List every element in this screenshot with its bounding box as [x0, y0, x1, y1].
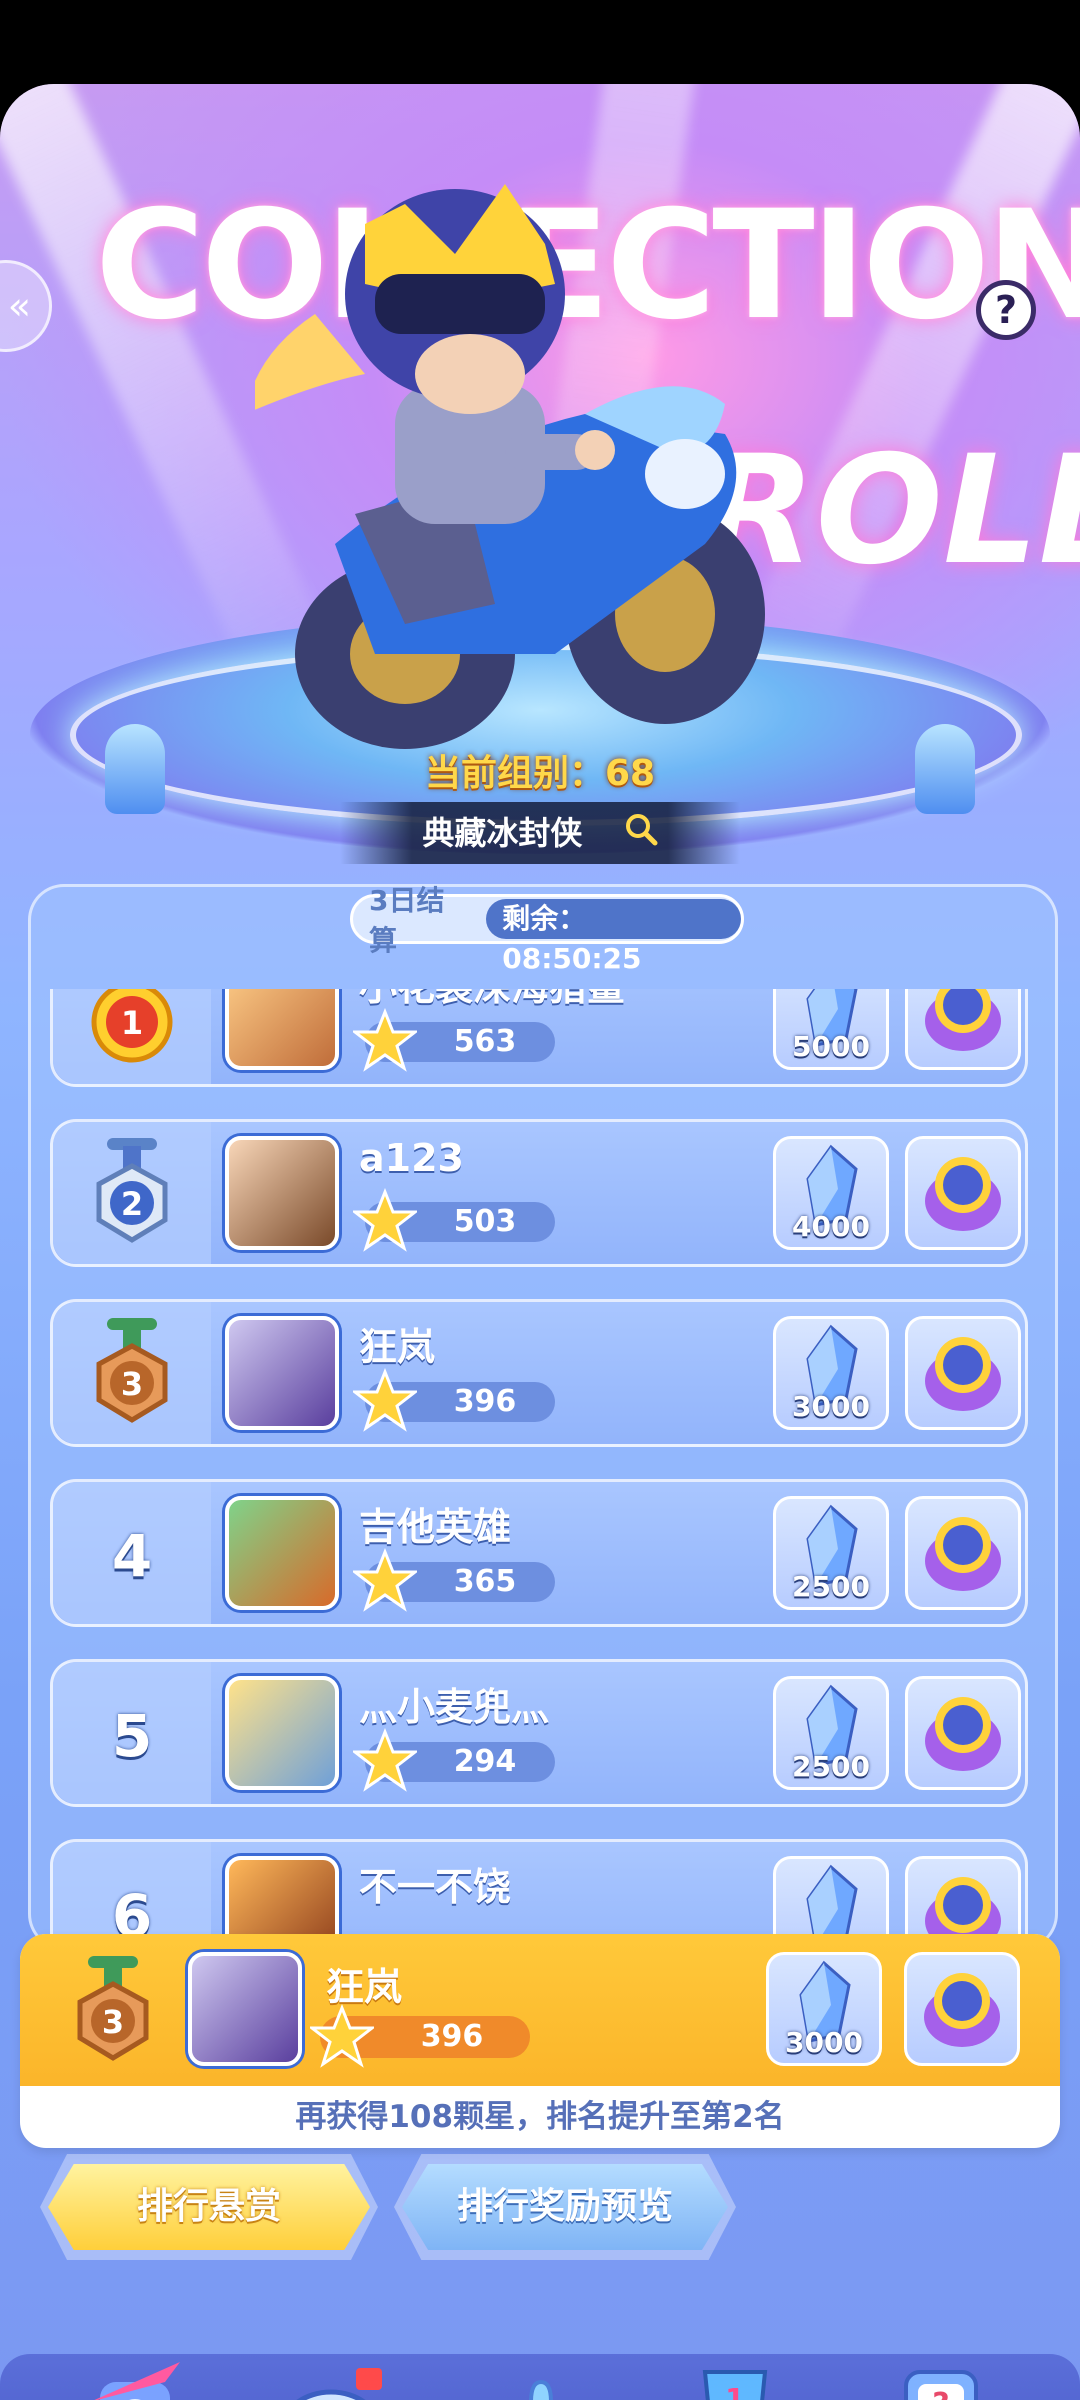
ranking-row[interactable]: 5 灬小麦兜灬 294 2500: [50, 1659, 1028, 1807]
ranking-row[interactable]: 2 a123 503 4000: [50, 1119, 1028, 1267]
crystal-reward[interactable]: 3000: [773, 1316, 889, 1430]
crystal-amount: 4000: [792, 1210, 870, 1243]
player-name: 灬小麦兜灬: [359, 1685, 550, 1729]
emblem-icon: [925, 1697, 1001, 1771]
ranking-row[interactable]: 3 狂岚 396 3000: [50, 1299, 1028, 1447]
player-score: 294: [453, 1744, 517, 1779]
help-button[interactable]: ?: [976, 280, 1036, 340]
player-name: 狂岚: [359, 1325, 436, 1369]
ranking-row[interactable]: 6 不一不饶: [50, 1839, 1028, 1944]
hero-character-illustration: [255, 184, 765, 749]
svg-text:1: 1: [121, 1004, 143, 1042]
star-icon: [353, 1548, 417, 1612]
player-score: 563: [453, 1024, 517, 1059]
emblem-reward[interactable]: [904, 1952, 1020, 2066]
crystal-icon: [806, 1864, 858, 1944]
emblem-icon: [925, 989, 1001, 1051]
tab-ranking-bounty[interactable]: 排行悬赏: [48, 2164, 370, 2250]
player-avatar[interactable]: [225, 1136, 339, 1250]
ranking-row[interactable]: 4 吉他英雄 365 2500: [50, 1479, 1028, 1627]
crystal-amount: 2500: [792, 1570, 870, 1603]
crystal-reward[interactable]: 3000: [766, 1952, 882, 2066]
player-name: 吉他英雄: [359, 1505, 512, 1549]
player-score: 365: [453, 1564, 517, 1599]
emblem-reward[interactable]: [905, 1676, 1021, 1790]
mystery-machine-icon[interactable]: ?: [876, 2342, 1006, 2400]
arrow-target-icon[interactable]: [70, 2342, 200, 2400]
remaining-time: 剩余：08:50:25: [486, 899, 741, 975]
bronze-medal-icon: 3: [96, 1318, 168, 1423]
emblem-icon: [924, 1973, 1000, 2047]
current-group-label: 当前组别：68: [424, 753, 656, 794]
star-icon: [353, 1188, 417, 1252]
player-avatar[interactable]: [225, 1676, 339, 1790]
player-score: 503: [453, 1204, 517, 1239]
crystal-amount: 3000: [792, 1390, 870, 1423]
emblem-icon: [925, 1337, 1001, 1411]
puzzle-icon[interactable]: [476, 2342, 606, 2400]
settlement-timer: 3日结算 剩余：08:50:25: [350, 884, 744, 975]
crystal-amount: 5000: [792, 1030, 870, 1063]
player-score: 396: [453, 1384, 517, 1419]
ranking-row[interactable]: 1 小花装深海猎鲨 563 5000: [50, 989, 1028, 1087]
player-avatar[interactable]: [225, 1856, 339, 1944]
tab-reward-preview[interactable]: 排行奖励预览: [402, 2164, 728, 2250]
rank-number: 5: [111, 1702, 153, 1770]
crystal-reward[interactable]: [773, 1856, 889, 1944]
emblem-reward[interactable]: [905, 989, 1021, 1070]
emblem-reward[interactable]: [905, 1496, 1021, 1610]
whistle-icon[interactable]: [266, 2342, 396, 2400]
search-icon[interactable]: [624, 804, 658, 864]
svg-text:?: ?: [932, 2387, 949, 2400]
silver-medal-icon: 2: [96, 1138, 168, 1243]
bronze-medal-icon: 3: [77, 1956, 149, 2061]
my-player-name: 狂岚: [326, 1965, 403, 2009]
svg-text:1: 1: [725, 2382, 744, 2400]
crystal-reward[interactable]: 2500: [773, 1496, 889, 1610]
emblem-icon: [925, 1157, 1001, 1231]
star-icon: [353, 1008, 417, 1072]
rank-number: 4: [111, 1522, 153, 1590]
rank-up-hint: 再获得108颗星，排名提升至第2名: [295, 2099, 785, 2135]
settle-period-label: 3日结算: [369, 884, 445, 957]
my-score: 396: [420, 2019, 484, 2054]
emblem-icon: [925, 1877, 1001, 1944]
my-avatar[interactable]: [188, 1952, 302, 2066]
character-name: 典藏冰封侠: [422, 814, 583, 852]
hero-banner: COLLECTION ROLL 当前组别：68 典藏冰封侠: [0, 84, 1080, 864]
emblem-reward[interactable]: [905, 1856, 1021, 1944]
character-search-bar[interactable]: 典藏冰封侠: [340, 802, 740, 864]
star-icon: [353, 1368, 417, 1432]
trophy-icon[interactable]: 1: [670, 2342, 800, 2400]
star-icon: [310, 2004, 374, 2068]
player-avatar[interactable]: [225, 1496, 339, 1610]
svg-text:3: 3: [121, 1365, 143, 1403]
gold-medal-icon: 1: [91, 989, 173, 1063]
player-avatar[interactable]: [225, 989, 339, 1070]
crystal-amount: 2500: [792, 1750, 870, 1783]
emblem-icon: [925, 1517, 1001, 1591]
crystal-reward[interactable]: 4000: [773, 1136, 889, 1250]
screen: COLLECTION ROLL 当前组别：68 典藏冰封侠: [0, 84, 1080, 2400]
player-name: a123: [359, 1136, 464, 1180]
double-chevron-left-icon: «: [7, 284, 31, 328]
crystal-reward[interactable]: 2500: [773, 1676, 889, 1790]
my-rank-card[interactable]: 3 狂岚 396 3000 再获得108颗星，排名提升至第2名: [20, 1934, 1060, 2148]
star-icon: [353, 1728, 417, 1792]
svg-text:3: 3: [102, 2003, 124, 2041]
emblem-reward[interactable]: [905, 1136, 1021, 1250]
player-name: 不一不饶: [359, 1865, 512, 1909]
crystal-amount: 3000: [785, 2026, 863, 2059]
svg-text:2: 2: [121, 1185, 143, 1223]
emblem-reward[interactable]: [905, 1316, 1021, 1430]
ranking-list[interactable]: 1 小花装深海猎鲨 563 5000 2: [28, 989, 1052, 1944]
player-avatar[interactable]: [225, 1316, 339, 1430]
crystal-reward[interactable]: 5000: [773, 989, 889, 1070]
